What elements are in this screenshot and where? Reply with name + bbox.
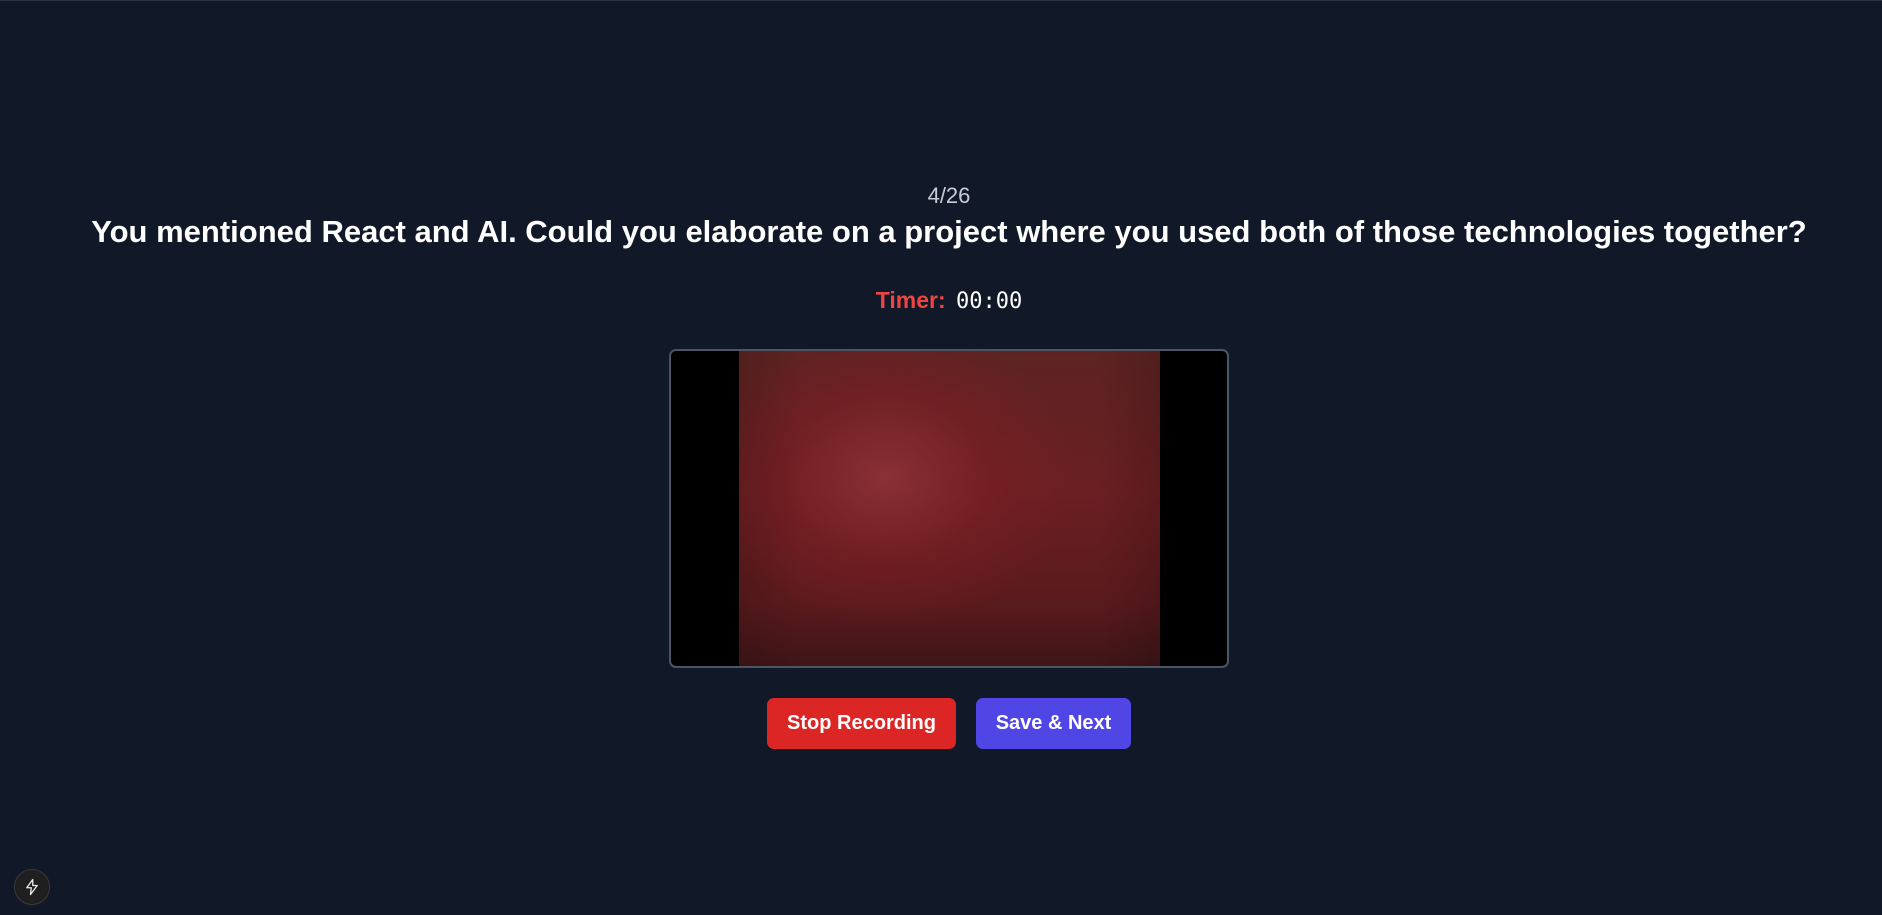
lightning-icon (26, 878, 38, 896)
stop-recording-button[interactable]: Stop Recording (767, 698, 956, 749)
timer-value: 00:00 (956, 289, 1023, 314)
interview-page: 4/26 You mentioned React and AI. Could y… (0, 0, 1882, 915)
timer: Timer: 00:00 (0, 287, 1882, 314)
dev-tools-badge[interactable] (14, 869, 50, 905)
question-counter: 4/26 (927, 183, 971, 208)
camera-feed (739, 351, 1160, 666)
save-and-next-button[interactable]: Save & Next (976, 698, 1131, 749)
timer-label: Timer: (875, 287, 946, 313)
question-text: You mentioned React and AI. Could you el… (91, 214, 1807, 249)
video-preview (669, 349, 1229, 668)
